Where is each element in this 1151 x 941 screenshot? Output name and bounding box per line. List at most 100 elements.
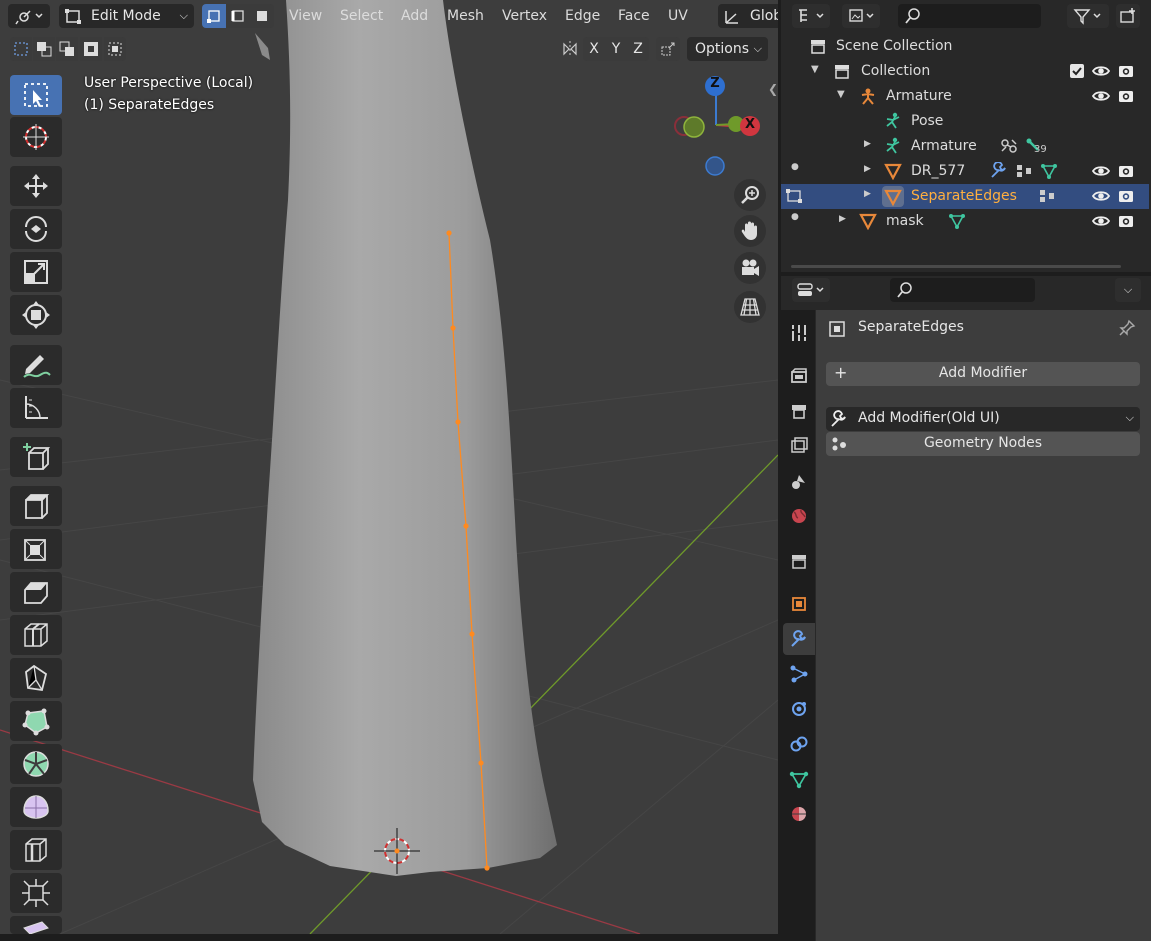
properties-search-input[interactable] [890, 278, 1035, 302]
tab-collection[interactable] [783, 545, 815, 577]
outliner-row-collection[interactable]: ▼ Collection [781, 59, 1149, 84]
outliner-row-pose[interactable]: Pose [781, 109, 1149, 134]
3d-viewport[interactable]: Z X Edit Mode ⌵ View Select Add Mesh Ver… [0, 0, 778, 934]
render-camera-icon[interactable] [1117, 187, 1135, 205]
select-extend-button[interactable] [33, 37, 55, 61]
tool-inset[interactable] [10, 529, 62, 569]
render-camera-icon[interactable] [1117, 162, 1135, 180]
outliner-scrollbar[interactable] [791, 265, 1121, 268]
checkbox-checked-icon[interactable] [1069, 63, 1085, 79]
outliner-row-scene-collection[interactable]: Scene Collection [781, 34, 1149, 59]
menu-edge[interactable]: Edge [565, 4, 600, 28]
select-subtract-button[interactable] [56, 37, 78, 61]
tool-annotate[interactable] [10, 345, 62, 385]
mirror-icon[interactable] [558, 37, 582, 61]
vertex-select-button[interactable] [202, 4, 226, 28]
outliner-row-separateedges[interactable]: ▶ SeparateEdges [781, 184, 1149, 209]
tool-select-box[interactable] [10, 75, 62, 115]
new-collection-button[interactable] [1116, 4, 1140, 28]
add-modifier-old-dropdown[interactable]: Add Modifier(Old UI) ⌵ [826, 407, 1140, 431]
auto-merge-button[interactable] [656, 37, 680, 61]
mirror-y-button[interactable]: Y [605, 37, 627, 61]
camera-view-button[interactable] [734, 252, 766, 284]
expand-triangle-icon[interactable]: ▶ [864, 164, 871, 174]
properties-editor-type-button[interactable] [792, 278, 830, 302]
tool-spin[interactable] [10, 744, 62, 784]
tool-shear[interactable] [10, 916, 62, 934]
tab-constraints[interactable] [783, 728, 815, 760]
options-dropdown[interactable]: Options ⌵ [687, 37, 768, 61]
tab-view-layer[interactable] [783, 430, 815, 462]
tab-tool[interactable] [783, 317, 815, 349]
mirror-z-button[interactable]: Z [627, 37, 649, 61]
tab-object[interactable] [783, 588, 815, 620]
outliner-search-input[interactable] [898, 4, 1041, 28]
outliner-row-armature[interactable]: ▼ Armature [781, 84, 1149, 109]
tab-output[interactable] [783, 395, 815, 427]
eye-icon[interactable] [1091, 62, 1111, 80]
face-select-button[interactable] [250, 4, 274, 28]
select-new-button[interactable] [10, 37, 32, 61]
render-camera-icon[interactable] [1117, 87, 1135, 105]
zoom-button[interactable] [734, 179, 766, 211]
add-modifier-button[interactable]: + Add Modifier [826, 362, 1140, 386]
outliner-row-armature-data[interactable]: ▶ Armature 39 [781, 134, 1149, 159]
menu-vertex[interactable]: Vertex [502, 4, 547, 28]
tab-scene[interactable] [783, 465, 815, 497]
tab-particles[interactable] [783, 658, 815, 690]
eye-icon[interactable] [1091, 87, 1111, 105]
tool-bevel[interactable] [10, 572, 62, 612]
display-mode-button[interactable] [842, 4, 880, 28]
render-camera-icon[interactable] [1117, 62, 1135, 80]
expand-triangle-icon[interactable]: ▶ [864, 189, 871, 199]
properties-options-button[interactable]: ⌵ [1115, 278, 1141, 302]
tab-physics[interactable] [783, 693, 815, 725]
collapse-triangle-icon[interactable]: ▼ [811, 64, 819, 75]
menu-mesh[interactable]: Mesh [447, 4, 484, 28]
select-intersect-button[interactable] [104, 37, 126, 61]
edit-mode-dot-icon[interactable]: ● [791, 212, 799, 222]
outliner-editor-type-button[interactable] [792, 4, 830, 28]
tool-extrude-region[interactable] [10, 486, 62, 526]
mode-dropdown[interactable]: Edit Mode ⌵ [59, 4, 194, 28]
tool-measure[interactable] [10, 388, 62, 428]
expand-triangle-icon[interactable]: ▶ [864, 139, 871, 149]
tool-loop-cut[interactable] [10, 615, 62, 655]
menu-view[interactable]: View [289, 4, 322, 28]
pan-button[interactable] [734, 215, 766, 247]
tab-render[interactable] [783, 360, 815, 392]
tool-poly-build[interactable] [10, 701, 62, 741]
orientation-dropdown[interactable]: Glob [718, 4, 778, 28]
tool-transform[interactable] [10, 295, 62, 335]
filter-button[interactable] [1067, 4, 1109, 28]
tool-knife[interactable] [10, 658, 62, 698]
toggle-perspective-button[interactable] [734, 291, 766, 323]
tool-smooth[interactable] [10, 787, 62, 827]
tool-cursor[interactable] [10, 117, 62, 157]
eye-icon[interactable] [1091, 162, 1111, 180]
edit-mode-dot-icon[interactable]: ● [791, 162, 799, 172]
editor-type-button[interactable] [8, 4, 50, 28]
geometry-nodes-button[interactable]: Geometry Nodes [826, 432, 1140, 456]
tool-add-cube[interactable] [10, 437, 62, 477]
tab-modifiers[interactable] [783, 623, 815, 655]
mirror-x-button[interactable]: X [583, 37, 605, 61]
menu-add[interactable]: Add [401, 4, 428, 28]
outliner-row-mask[interactable]: ● ▶ mask [781, 209, 1149, 234]
menu-uv[interactable]: UV [668, 4, 688, 28]
tool-scale[interactable] [10, 252, 62, 292]
eye-icon[interactable] [1091, 187, 1111, 205]
tab-material[interactable] [783, 798, 815, 830]
tool-edge-slide[interactable] [10, 830, 62, 870]
eye-icon[interactable] [1091, 212, 1111, 230]
viewport-scene[interactable] [0, 0, 778, 934]
tab-data[interactable] [783, 763, 815, 795]
select-invert-button[interactable] [80, 37, 102, 61]
edit-mode-icon[interactable] [784, 187, 804, 205]
sidebar-toggle-icon[interactable]: ❮ [768, 82, 778, 96]
menu-face[interactable]: Face [618, 4, 650, 28]
tool-rotate[interactable] [10, 209, 62, 249]
pin-icon[interactable] [1118, 319, 1136, 337]
collapse-triangle-icon[interactable]: ▼ [837, 89, 845, 100]
edge-select-button[interactable] [226, 4, 250, 28]
